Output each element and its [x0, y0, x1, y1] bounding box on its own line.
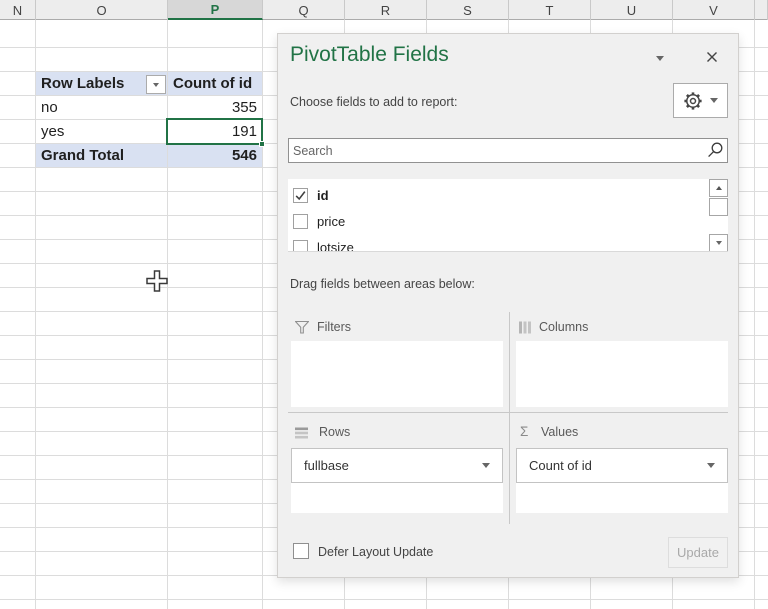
columns-icon: [519, 321, 532, 334]
scroll-up-icon: [716, 186, 722, 190]
tools-gear-button[interactable]: [673, 83, 728, 118]
column-header-p-selected[interactable]: P: [168, 0, 263, 20]
values-field-pill-label: Count of id: [529, 458, 592, 473]
pivot-row-label[interactable]: no: [36, 96, 167, 119]
scroll-down-button[interactable]: [709, 234, 728, 252]
gridline-v: [262, 20, 263, 609]
column-header-r[interactable]: R: [345, 0, 427, 20]
column-header-n[interactable]: N: [0, 0, 36, 20]
field-name[interactable]: price: [317, 214, 345, 229]
columns-dropzone[interactable]: [516, 341, 728, 407]
defer-layout-checkbox[interactable]: [293, 543, 309, 559]
column-header-stub: [755, 0, 768, 20]
rows-icon: [295, 427, 308, 439]
pivot-row-value[interactable]: 355: [168, 96, 262, 119]
search-box[interactable]: [288, 138, 728, 163]
rows-field-pill-label: fullbase: [304, 458, 349, 473]
field-item-price[interactable]: price: [288, 209, 345, 233]
panel-options-chevron-icon[interactable]: [656, 56, 664, 61]
gear-dropdown-icon: [710, 98, 718, 103]
values-field-pill[interactable]: Count of id: [516, 448, 728, 483]
column-header-v[interactable]: V: [673, 0, 755, 20]
pill-dropdown-icon[interactable]: [707, 463, 715, 468]
field-item-id[interactable]: id: [288, 183, 329, 207]
pivot-grand-total-value[interactable]: 546: [168, 144, 262, 167]
field-list-scrollbar[interactable]: [709, 179, 728, 252]
drag-fields-label: Drag fields between areas below:: [290, 277, 475, 291]
search-input[interactable]: [289, 139, 705, 162]
pivottable-fields-panel: PivotTable Fields Choose fields to add t…: [277, 33, 739, 578]
search-icon[interactable]: [705, 141, 724, 160]
column-header-u[interactable]: U: [591, 0, 673, 20]
column-header-s[interactable]: S: [427, 0, 509, 20]
choose-fields-label: Choose fields to add to report:: [290, 95, 457, 109]
field-checkbox[interactable]: [293, 240, 308, 253]
column-header-t[interactable]: T: [509, 0, 591, 20]
field-list: id price lotsize: [288, 179, 728, 252]
filters-dropzone[interactable]: [291, 341, 503, 407]
excel-cell-cursor: [146, 270, 168, 293]
row-labels-filter-button[interactable]: [146, 75, 166, 94]
columns-area-label: Columns: [539, 320, 588, 334]
scroll-down-icon: [716, 241, 722, 245]
active-cell-selection-border: [166, 118, 263, 145]
rows-area-label: Rows: [319, 425, 350, 439]
areas-vertical-divider: [509, 312, 510, 524]
defer-layout-label: Defer Layout Update: [318, 545, 433, 559]
scroll-up-button[interactable]: [709, 179, 728, 197]
field-name[interactable]: id: [317, 188, 329, 203]
column-header-row: N O P Q R S T U V: [0, 0, 768, 20]
field-checkbox[interactable]: [293, 214, 308, 229]
values-area-label: Values: [541, 425, 578, 439]
update-button-disabled[interactable]: Update: [668, 537, 728, 568]
gridline-v: [754, 20, 755, 609]
rows-field-pill[interactable]: fullbase: [291, 448, 503, 483]
filter-dropdown-icon: [153, 83, 159, 87]
close-icon[interactable]: [705, 50, 719, 64]
filter-funnel-icon: [295, 321, 309, 334]
fill-handle[interactable]: [259, 141, 265, 147]
sigma-icon: Σ: [520, 424, 528, 439]
field-checkbox-checked[interactable]: [293, 188, 308, 203]
column-header-o[interactable]: O: [36, 0, 168, 20]
filters-area-label: Filters: [317, 320, 351, 334]
field-item-lotsize[interactable]: lotsize: [288, 235, 354, 252]
field-name[interactable]: lotsize: [317, 240, 354, 253]
scrollbar-thumb[interactable]: [709, 198, 728, 216]
pivot-values-header[interactable]: Count of id: [168, 72, 262, 95]
pill-dropdown-icon[interactable]: [482, 463, 490, 468]
panel-title: PivotTable Fields: [290, 43, 449, 67]
pivot-grand-total-label[interactable]: Grand Total: [36, 144, 167, 167]
gear-icon: [683, 91, 703, 111]
column-header-q[interactable]: Q: [263, 0, 345, 20]
pivot-row-label[interactable]: yes: [36, 120, 167, 143]
excel-worksheet: N O P Q R S T U V Row Labels Count of id…: [0, 0, 768, 609]
checkmark-icon: [294, 189, 307, 202]
areas-horizontal-divider: [288, 412, 728, 413]
